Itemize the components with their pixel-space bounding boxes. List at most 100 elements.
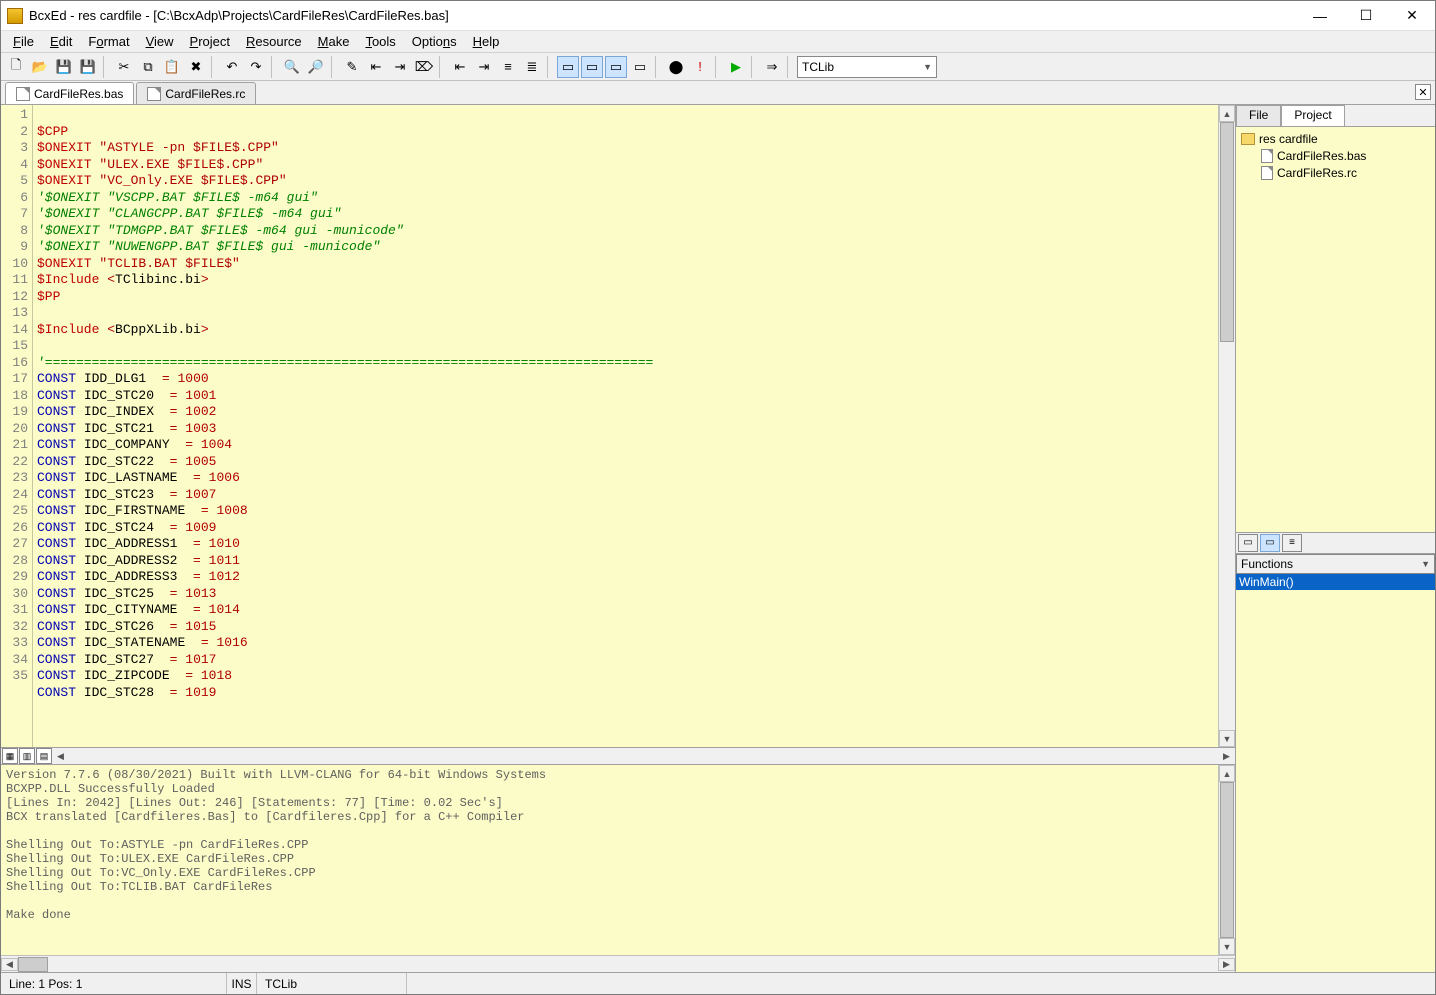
app-icon xyxy=(7,8,23,24)
tab-cardfileres-bas[interactable]: CardFileRes.bas xyxy=(5,82,134,104)
file-icon xyxy=(147,87,161,101)
breakpoint-button[interactable]: ⬤ xyxy=(665,56,687,78)
editor-vertical-scrollbar[interactable]: ▲ ▼ xyxy=(1218,105,1235,747)
cut-button[interactable]: ✂ xyxy=(113,56,135,78)
menu-edit[interactable]: Edit xyxy=(42,32,80,51)
status-insert-mode: INS xyxy=(227,973,257,994)
view-resource-button[interactable]: ▭ xyxy=(629,56,651,78)
minimize-button[interactable]: — xyxy=(1297,1,1343,31)
open-file-button[interactable]: 📂 xyxy=(29,56,51,78)
file-icon xyxy=(16,87,30,101)
chevron-down-icon: ▼ xyxy=(1421,559,1430,569)
side-tab-project[interactable]: Project xyxy=(1281,105,1344,126)
compiler-combo[interactable]: TCLib ▼ xyxy=(797,56,937,78)
folder-icon xyxy=(1241,133,1255,145)
bookmark-prev-button[interactable]: ⇤ xyxy=(365,56,387,78)
outdent-button[interactable]: ⇤ xyxy=(449,56,471,78)
run-button[interactable]: ▶ xyxy=(725,56,747,78)
window-title: BcxEd - res cardfile - [C:\BcxAdp\Projec… xyxy=(29,8,1297,23)
replace-button[interactable]: 🔎 xyxy=(305,56,327,78)
menu-view[interactable]: View xyxy=(138,32,182,51)
side-view-1-button[interactable]: ▭ xyxy=(1238,534,1258,552)
save-button[interactable]: 💾 xyxy=(53,56,75,78)
tab-label: CardFileRes.rc xyxy=(165,87,245,101)
scroll-up-icon[interactable]: ▲ xyxy=(1219,105,1235,122)
uncomment-button[interactable]: ≣ xyxy=(521,56,543,78)
scroll-down-icon[interactable]: ▼ xyxy=(1219,938,1235,955)
output-horizontal-scrollbar[interactable]: ◀ ▶ xyxy=(1,955,1235,972)
status-compiler: TCLib xyxy=(257,973,407,994)
hscroll-left-icon[interactable]: ◀ xyxy=(52,751,69,762)
scroll-down-icon[interactable]: ▼ xyxy=(1219,730,1235,747)
view-functions-button[interactable]: ▭ xyxy=(605,56,627,78)
menu-tools[interactable]: Tools xyxy=(357,32,403,51)
paste-button[interactable]: 📋 xyxy=(161,56,183,78)
document-tabs: CardFileRes.bas CardFileRes.rc ✕ xyxy=(1,81,1435,105)
title-bar: BcxEd - res cardfile - [C:\BcxAdp\Projec… xyxy=(1,1,1435,31)
status-position: Line: 1 Pos: 1 xyxy=(1,973,227,994)
scroll-thumb[interactable] xyxy=(1220,782,1234,938)
functions-combo-label: Functions xyxy=(1241,557,1293,571)
menu-file[interactable]: File xyxy=(5,32,42,51)
copy-button[interactable]: ⧉ xyxy=(137,56,159,78)
menu-project[interactable]: Project xyxy=(182,32,238,51)
split-view-button-3[interactable]: ▤ xyxy=(36,748,52,764)
tree-root[interactable]: res cardfile xyxy=(1239,130,1432,147)
delete-button[interactable]: ✖ xyxy=(185,56,207,78)
hscroll-left-icon[interactable]: ◀ xyxy=(1,958,18,971)
tree-file-label: CardFileRes.rc xyxy=(1277,166,1357,180)
status-spacer xyxy=(407,973,1435,994)
scroll-up-icon[interactable]: ▲ xyxy=(1219,765,1235,782)
stop-button[interactable]: ! xyxy=(689,56,711,78)
output-panel[interactable]: Version 7.7.6 (08/30/2021) Built with LL… xyxy=(1,765,1218,955)
tree-file-bas[interactable]: CardFileRes.bas xyxy=(1239,147,1432,164)
chevron-down-icon: ▼ xyxy=(923,62,932,72)
split-view-button-1[interactable]: ▦ xyxy=(2,748,18,764)
status-bar: Line: 1 Pos: 1 INS TCLib xyxy=(1,972,1435,994)
menu-make[interactable]: Make xyxy=(310,32,358,51)
tab-close-button[interactable]: ✕ xyxy=(1415,84,1431,100)
side-tab-file[interactable]: File xyxy=(1236,105,1281,126)
redo-button[interactable]: ↷ xyxy=(245,56,267,78)
menu-options[interactable]: Options xyxy=(404,32,465,51)
view-project-button[interactable]: ▭ xyxy=(581,56,603,78)
tree-root-label: res cardfile xyxy=(1259,132,1318,146)
file-icon xyxy=(1261,149,1273,163)
scroll-thumb[interactable] xyxy=(1220,122,1234,342)
function-item-winmain[interactable]: WinMain() xyxy=(1236,574,1435,590)
hscroll-right-icon[interactable]: ▶ xyxy=(1218,958,1235,971)
scroll-thumb[interactable] xyxy=(18,957,48,972)
tree-file-rc[interactable]: CardFileRes.rc xyxy=(1239,164,1432,181)
functions-list[interactable]: WinMain() xyxy=(1236,574,1435,973)
output-vertical-scrollbar[interactable]: ▲ ▼ xyxy=(1218,765,1235,955)
compiler-combo-value: TCLib xyxy=(802,60,834,74)
bookmark-toggle-button[interactable]: ✎ xyxy=(341,56,363,78)
project-tree[interactable]: res cardfile CardFileRes.bas CardFileRes… xyxy=(1236,127,1435,532)
split-view-button-2[interactable]: ▥ xyxy=(19,748,35,764)
maximize-button[interactable]: ☐ xyxy=(1343,1,1389,31)
new-file-button[interactable]: 🗋 xyxy=(5,56,27,78)
close-button[interactable]: ✕ xyxy=(1389,1,1435,31)
side-view-2-button[interactable]: ▭ xyxy=(1260,534,1280,552)
tree-file-label: CardFileRes.bas xyxy=(1277,149,1366,163)
hscroll-right-icon[interactable]: ▶ xyxy=(1218,751,1235,762)
view-output-button[interactable]: ▭ xyxy=(557,56,579,78)
side-view-3-button[interactable]: ≡ xyxy=(1282,534,1302,552)
file-icon xyxy=(1261,166,1273,180)
menu-resource[interactable]: Resource xyxy=(238,32,310,51)
tab-cardfileres-rc[interactable]: CardFileRes.rc xyxy=(136,82,256,104)
comment-button[interactable]: ≡ xyxy=(497,56,519,78)
menu-format[interactable]: Format xyxy=(80,32,137,51)
undo-button[interactable]: ↶ xyxy=(221,56,243,78)
compile-button[interactable]: ⇒ xyxy=(761,56,783,78)
find-button[interactable]: 🔍 xyxy=(281,56,303,78)
menu-help[interactable]: Help xyxy=(465,32,508,51)
bookmark-clear-button[interactable]: ⌦ xyxy=(413,56,435,78)
editor-hscroll-bar: ▦ ▥ ▤ ◀ ▶ xyxy=(1,747,1235,765)
indent-button[interactable]: ⇥ xyxy=(473,56,495,78)
code-editor[interactable]: $CPP $ONEXIT "ASTYLE -pn $FILE$.CPP" $ON… xyxy=(33,105,1218,747)
bookmark-next-button[interactable]: ⇥ xyxy=(389,56,411,78)
line-gutter: 1234567891011121314151617181920212223242… xyxy=(1,105,33,747)
save-all-button[interactable]: 💾 xyxy=(77,56,99,78)
functions-combo[interactable]: Functions ▼ xyxy=(1236,554,1435,574)
